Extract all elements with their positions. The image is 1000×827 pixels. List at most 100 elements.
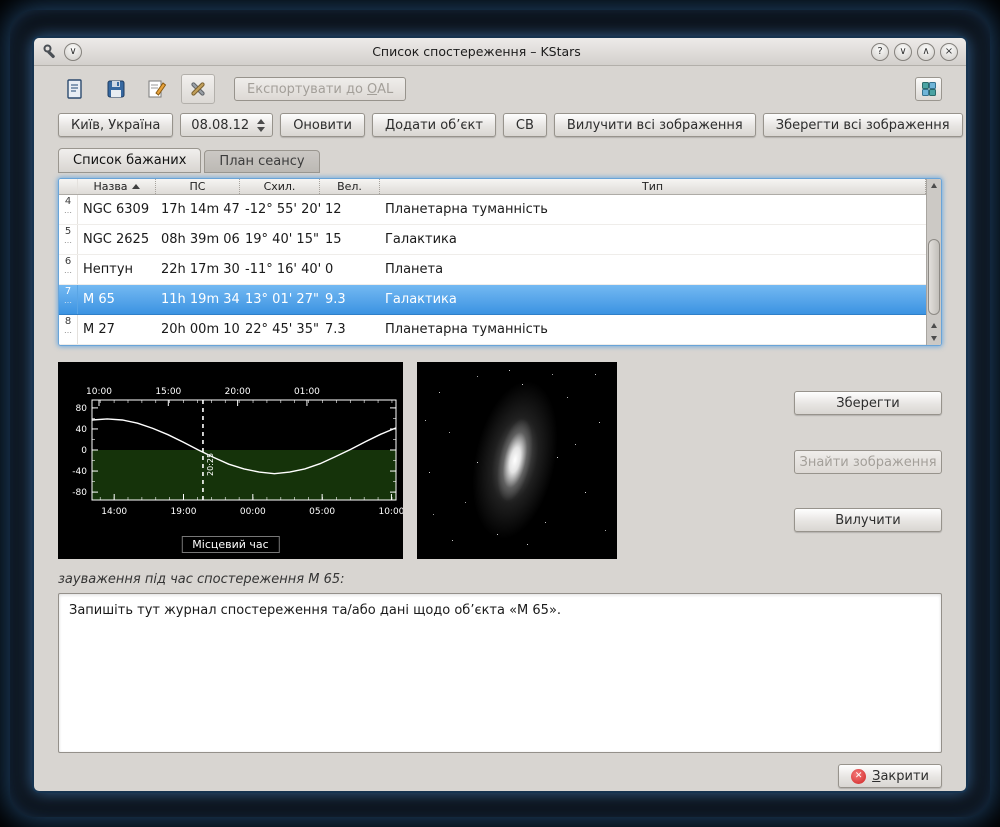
scroll-up-icon[interactable] [927,179,941,192]
cell-name: Нептун [78,255,156,284]
row-number: 5… [59,225,78,254]
open-list-button[interactable] [58,74,92,104]
export-oal-button[interactable]: Експортувати до OAL [234,77,406,101]
help-button[interactable]: ? [871,43,889,61]
row-number: 8… [59,315,78,344]
find-image-button[interactable]: Знайти зображення [794,450,942,474]
top-tick-label: 10:00 [86,387,112,397]
wut-button[interactable]: СВ [503,113,547,137]
y-tick-label: 0 [81,446,87,456]
dialog-footer: ✕ Закрити [58,764,942,788]
x-tick-label: 10:00 [378,507,403,517]
x-tick-label: 05:00 [309,507,335,517]
app-window: ∨ Список спостереження – KStars ? ∨ ∧ × [34,38,966,791]
star-field [417,362,418,363]
remove-button[interactable]: Вилучити [794,508,942,532]
miniature-toggle-button[interactable] [915,77,942,101]
cell-mag: 15 [320,225,380,254]
cell-dec: 22° 45' 35" [240,315,320,344]
scrollbar-track[interactable] [927,192,941,319]
table-row[interactable]: 5…NGC 262508h 39m 06s19° 40' 15"15Галакт… [59,225,926,255]
tab-session-plan[interactable]: План сеансу [204,150,319,173]
maximize-button[interactable]: ∧ [917,43,935,61]
close-icon: ✕ [851,769,866,784]
cell-dec: 19° 40' 15" [240,225,320,254]
top-tick-label: 01:00 [294,387,320,397]
cell-type: Галактика [380,225,926,254]
y-tick-label: -80 [72,488,87,498]
date-value: 08.08.12 [191,118,249,133]
table-row[interactable]: 4…NGC 630917h 14m 47s-12° 55' 20"12Плане… [59,195,926,225]
details-section: 14:0019:0000:0005:0010:0010:0015:0020:00… [58,362,942,559]
cell-type: Галактика [380,285,926,314]
export-label: Експортувати до [247,82,367,97]
titlebar[interactable]: ∨ Список спостереження – KStars ? ∨ ∧ × [34,38,966,66]
table-row[interactable]: 8…M 2720h 00m 10s22° 45' 35"7.3Планетарн… [59,315,926,345]
location-button[interactable]: Київ, Україна [58,113,173,137]
update-button[interactable]: Оновити [280,113,365,137]
time-marker-label: 20:25 [206,453,215,476]
scroll-up-alt-icon[interactable] [927,319,941,332]
header-name[interactable]: Назва [78,179,156,194]
export-label-post: AL [377,82,393,97]
tools-icon [187,78,209,100]
cell-name: NGC 2625 [78,225,156,254]
cell-mag: 9.3 [320,285,380,314]
table-row[interactable]: 7…M 6511h 19m 34s13° 01' 27"9.3Галактика [59,285,926,315]
export-accel: O [367,82,377,97]
cell-ra: 11h 19m 34s [156,285,240,314]
notes-pencil-icon [146,78,168,100]
row-number: 4… [59,195,78,224]
cell-name: M 27 [78,315,156,344]
y-tick-label: -40 [72,467,87,477]
table-scrollbar[interactable] [926,179,941,345]
altitude-plot-svg: 14:0019:0000:0005:0010:0010:0015:0020:00… [58,362,403,524]
close-label: акрити [880,769,929,784]
sort-ascending-icon [132,184,140,189]
cell-dec: 13° 01' 27" [240,285,320,314]
minimize-button[interactable]: ∨ [894,43,912,61]
close-button[interactable]: ✕ Закрити [838,764,942,788]
save-all-images-button[interactable]: Зберегти всі зображення [763,113,963,137]
header-mag[interactable]: Вел. [320,179,380,194]
cell-type: Планета [380,255,926,284]
window-title: Список спостереження – KStars [82,44,871,59]
cell-name: NGC 6309 [78,195,156,224]
header-dec[interactable]: Схил. [240,179,320,194]
x-tick-label: 19:00 [171,507,197,517]
cell-dec: -12° 55' 20" [240,195,320,224]
close-window-button[interactable]: × [940,43,958,61]
object-image [417,362,617,559]
window-menu-button[interactable]: ∨ [64,43,82,61]
date-picker[interactable]: 08.08.12 [180,113,273,137]
scroll-down-icon[interactable] [927,332,941,345]
save-button[interactable]: Зберегти [794,391,942,415]
tab-wishlist[interactable]: Список бажаних [58,148,201,173]
header-type[interactable]: Тип [380,179,926,194]
add-object-button[interactable]: Додати об’єкт [372,113,496,137]
app-icon [42,43,59,60]
plot-xlabel: Місцевий час [181,536,279,553]
altitude-vs-time-plot: 14:0019:0000:0005:0010:0010:0015:0020:00… [58,362,403,559]
x-tick-label: 14:00 [101,507,127,517]
cell-ra: 20h 00m 10s [156,315,240,344]
table-row[interactable]: 6…Нептун22h 17m 30s-11° 16' 40"0Планета [59,255,926,285]
cell-ra: 17h 14m 47s [156,195,240,224]
y-tick-label: 40 [76,425,88,435]
table-body: 4…NGC 630917h 14m 47s-12° 55' 20"12Плане… [59,195,926,345]
header-ra[interactable]: ПС [156,179,240,194]
floppy-save-icon [105,78,127,100]
notes-label: зауваження під час спостереження M 65: [58,572,942,587]
tools-button[interactable] [181,74,215,104]
corner-header [59,179,78,194]
save-list-button[interactable] [99,74,133,104]
remove-all-images-button[interactable]: Вилучити всі зображення [554,113,756,137]
document-icon [64,78,86,100]
scrollbar-thumb[interactable] [928,239,940,315]
observing-list-table: Назва ПС Схил. Вел. Тип 4…NGC 630917h 14… [58,178,942,346]
notes-textarea[interactable]: Запишіть тут журнал спостереження та/або… [58,593,942,753]
spinbox-arrows-icon[interactable] [257,119,265,132]
cell-ra: 22h 17m 30s [156,255,240,284]
wizard-button[interactable] [140,74,174,104]
cell-type: Планетарна туманність [380,195,926,224]
